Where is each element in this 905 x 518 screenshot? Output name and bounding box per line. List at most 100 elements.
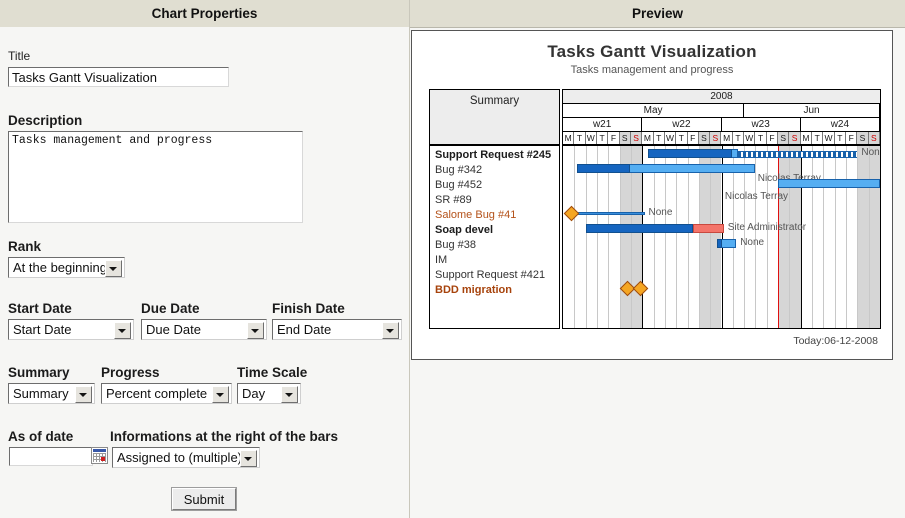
- task-bar[interactable]: [778, 179, 880, 188]
- task-bar-base: [778, 179, 880, 188]
- header-cell: T: [755, 132, 767, 144]
- info-right-label: Informations at the right of the bars: [110, 429, 339, 444]
- progress-select[interactable]: Percent complete: [101, 383, 232, 404]
- task-name-list: Support Request #245 Bug #342 Bug #452 SR #…: [430, 148, 559, 298]
- year-header-row: 2008: [563, 90, 880, 104]
- finish-date-label: Finish Date: [272, 301, 345, 316]
- grid-line: [620, 146, 621, 328]
- finish-date-value: End Date: [277, 322, 332, 337]
- day-cell-weekend: S: [778, 132, 790, 144]
- task-bar-remaining: [738, 151, 858, 158]
- summary-header-label: Summary: [469, 95, 520, 107]
- grid-line: [823, 146, 824, 328]
- header-cell: w22: [642, 118, 722, 131]
- info-right-select[interactable]: Assigned to (multiple): [112, 447, 260, 468]
- chevron-down-icon[interactable]: [382, 322, 399, 339]
- header-cell: W: [586, 132, 597, 144]
- gantt-chart: Tasks Gantt Visualization Tasks manageme…: [411, 30, 893, 360]
- header-cell: M: [642, 132, 654, 144]
- due-date-value: Due Date: [146, 322, 201, 337]
- chart-properties-form: Title Description Tasks management and p…: [0, 27, 409, 518]
- header-cell: T: [654, 132, 665, 144]
- calendar-icon[interactable]: [91, 447, 108, 464]
- summary-column-header: Summary: [430, 90, 559, 146]
- header-cell: W: [744, 132, 756, 144]
- header-cell: M: [801, 132, 813, 144]
- header-cell: w23: [722, 118, 801, 131]
- description-textarea[interactable]: Tasks management and progress: [8, 131, 303, 223]
- rank-label: Rank: [8, 239, 42, 254]
- due-date-select[interactable]: Due Date: [141, 319, 267, 340]
- header-cell: T: [597, 132, 609, 144]
- task-row-label[interactable]: Salome Bug #41: [430, 208, 559, 223]
- title-input[interactable]: [8, 67, 229, 87]
- start-date-value: Start Date: [13, 322, 72, 337]
- chevron-down-icon[interactable]: [281, 386, 298, 403]
- grid-line: [699, 146, 700, 328]
- weekend-band: [868, 146, 880, 328]
- task-row-label[interactable]: BDD migration: [430, 283, 559, 298]
- bar-assignee-label: None: [740, 237, 765, 248]
- task-row-label[interactable]: Bug #452: [430, 178, 559, 193]
- task-bar[interactable]: [585, 224, 724, 233]
- task-bar-late: [693, 224, 724, 233]
- day-cell-weekend: S: [630, 132, 643, 144]
- task-bar[interactable]: [576, 164, 756, 173]
- day-cell-weekend: S: [868, 132, 880, 144]
- task-row-label[interactable]: Bug #38: [430, 238, 559, 253]
- task-bar-progress: [585, 224, 694, 233]
- start-date-select[interactable]: Start Date: [8, 319, 134, 340]
- grid-line: [722, 146, 723, 328]
- header-cell: M: [563, 132, 575, 144]
- header-cell: May: [563, 104, 745, 117]
- task-bar[interactable]: [716, 239, 737, 248]
- day-cell-weekend: S: [698, 132, 711, 144]
- chevron-down-icon[interactable]: [114, 322, 131, 339]
- task-row-label[interactable]: SR #89: [430, 193, 559, 208]
- chevron-down-icon[interactable]: [105, 260, 122, 277]
- task-row-label[interactable]: Support Request #421: [430, 268, 559, 283]
- header-cell: F: [767, 132, 779, 144]
- header-cell: F: [608, 132, 620, 144]
- task-row-label[interactable]: Bug #342: [430, 163, 559, 178]
- task-row-label[interactable]: Support Request #245: [430, 148, 559, 163]
- grid-line: [631, 146, 632, 328]
- progress-label: Progress: [101, 365, 160, 380]
- grid-line: [869, 146, 870, 328]
- rank-select[interactable]: At the beginning: [8, 257, 125, 278]
- task-row-label[interactable]: Soap devel: [430, 223, 559, 238]
- grid-line: [688, 146, 689, 328]
- task-bar[interactable]: [647, 149, 739, 158]
- chevron-down-icon[interactable]: [240, 450, 257, 467]
- header-cell: T: [676, 132, 688, 144]
- day-cell-weekend: S: [619, 132, 631, 144]
- as-of-date-input[interactable]: [9, 447, 93, 466]
- finish-date-select[interactable]: End Date: [272, 319, 402, 340]
- grid-line: [654, 146, 655, 328]
- timeline-column: 2008 May Jun w21 w22 w23 w24 MTWTFSSMTWTFSSM…: [562, 89, 881, 329]
- day-header-row: MTWTFSSMTWTFSSMTWTFSSMTWTFSS: [563, 132, 880, 146]
- weekend-band: [698, 146, 711, 328]
- task-row-label[interactable]: IM: [430, 253, 559, 268]
- summary-column: Summary Support Request #245 Bug #342 Bug …: [429, 89, 560, 329]
- milestone-marker[interactable]: [563, 205, 579, 222]
- time-scale-select[interactable]: Day: [237, 383, 301, 404]
- preview-title: Preview: [631, 6, 684, 21]
- header-cell: T: [574, 132, 586, 144]
- start-date-label: Start Date: [8, 301, 72, 316]
- bar-assignee-label: None: [861, 147, 880, 158]
- weekend-band: [710, 146, 722, 328]
- task-bar-progress: [576, 164, 631, 173]
- bar-assignee-label: None: [648, 207, 673, 218]
- header-cell: F: [846, 132, 858, 144]
- grid-line: [846, 146, 847, 328]
- task-bar-progress: [716, 239, 722, 248]
- chevron-down-icon[interactable]: [212, 386, 229, 403]
- week-header-row: w21 w22 w23 w24: [563, 118, 880, 132]
- year-cell: 2008: [710, 91, 733, 102]
- summary-select[interactable]: Summary: [8, 383, 95, 404]
- grid-line: [586, 146, 587, 328]
- chevron-down-icon[interactable]: [75, 386, 92, 403]
- chevron-down-icon[interactable]: [247, 322, 264, 339]
- submit-button[interactable]: Submit: [172, 488, 236, 510]
